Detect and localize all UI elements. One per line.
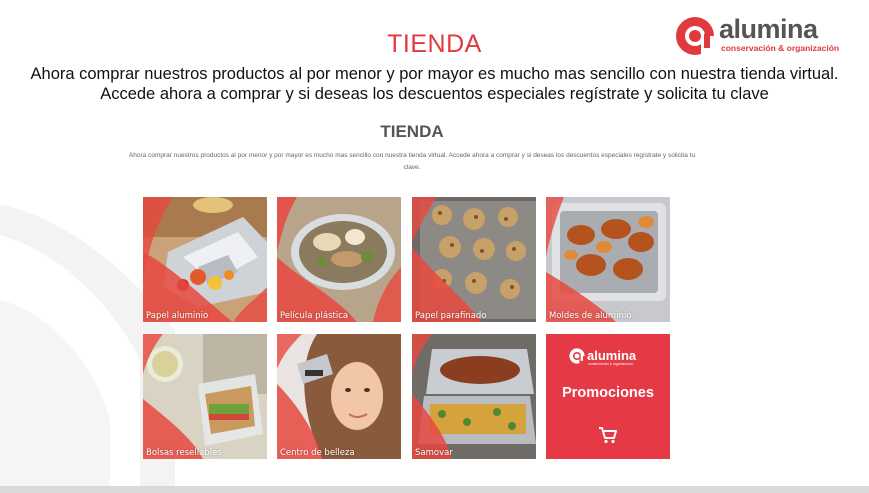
- promo-logo-name: alumina: [587, 348, 637, 363]
- logo-name: alumina: [719, 14, 818, 44]
- product-tile-papel-aluminio[interactable]: Papel aluminio: [143, 197, 267, 322]
- store-text: Ahora comprar nuestros productos al por …: [128, 152, 696, 171]
- product-tile-bolsas-resellables[interactable]: Bolsas resellables: [143, 334, 267, 459]
- product-label: Samovar: [415, 448, 453, 458]
- slide: TIENDA Ahora comprar nuestros productos …: [0, 0, 869, 493]
- product-label: Película plástica: [280, 311, 349, 321]
- logo-mark-icon: [676, 17, 715, 56]
- tray-photo-icon: [546, 197, 670, 322]
- foil-photo-icon: [143, 197, 267, 322]
- promociones-tile[interactable]: alumina conservación & organización Prom…: [546, 334, 670, 459]
- product-label: Papel aluminio: [146, 311, 209, 321]
- alumina-logo[interactable]: alumina conservación & organización: [675, 14, 851, 56]
- beauty-photo-icon: [277, 334, 401, 459]
- cookies-photo-icon: [412, 197, 536, 322]
- product-label: Bolsas resellables: [146, 448, 222, 458]
- film-photo-icon: [277, 197, 401, 322]
- promo-title: Promociones: [562, 385, 654, 401]
- product-tile-centro-belleza[interactable]: Centro de belleza: [277, 334, 401, 459]
- product-tile-samovar[interactable]: Samovar: [412, 334, 536, 459]
- cart-icon[interactable]: [598, 426, 618, 444]
- promo-logo-tagline: conservación & organización: [588, 362, 633, 366]
- product-tile-pelicula-plastica[interactable]: Película plástica: [277, 197, 401, 322]
- product-label: Moldes de aluminio: [549, 311, 632, 321]
- logo-tagline: conservación & organización: [721, 43, 840, 53]
- bag-photo-icon: [143, 334, 267, 459]
- page-subtitle: Ahora comprar nuestros productos al por …: [30, 65, 839, 103]
- samovar-photo-icon: [412, 334, 536, 459]
- promo-logo: alumina conservación & organización: [569, 348, 649, 370]
- product-label: Centro de belleza: [280, 448, 355, 458]
- logo-mark-icon: [569, 348, 585, 364]
- product-tile-moldes-aluminio[interactable]: Moldes de aluminio: [546, 197, 670, 322]
- store-title: TIENDA: [380, 122, 444, 141]
- product-tile-papel-parafinado[interactable]: Papel parafinado: [412, 197, 536, 322]
- product-label: Papel parafinado: [415, 311, 487, 321]
- footer-bar: [0, 486, 869, 493]
